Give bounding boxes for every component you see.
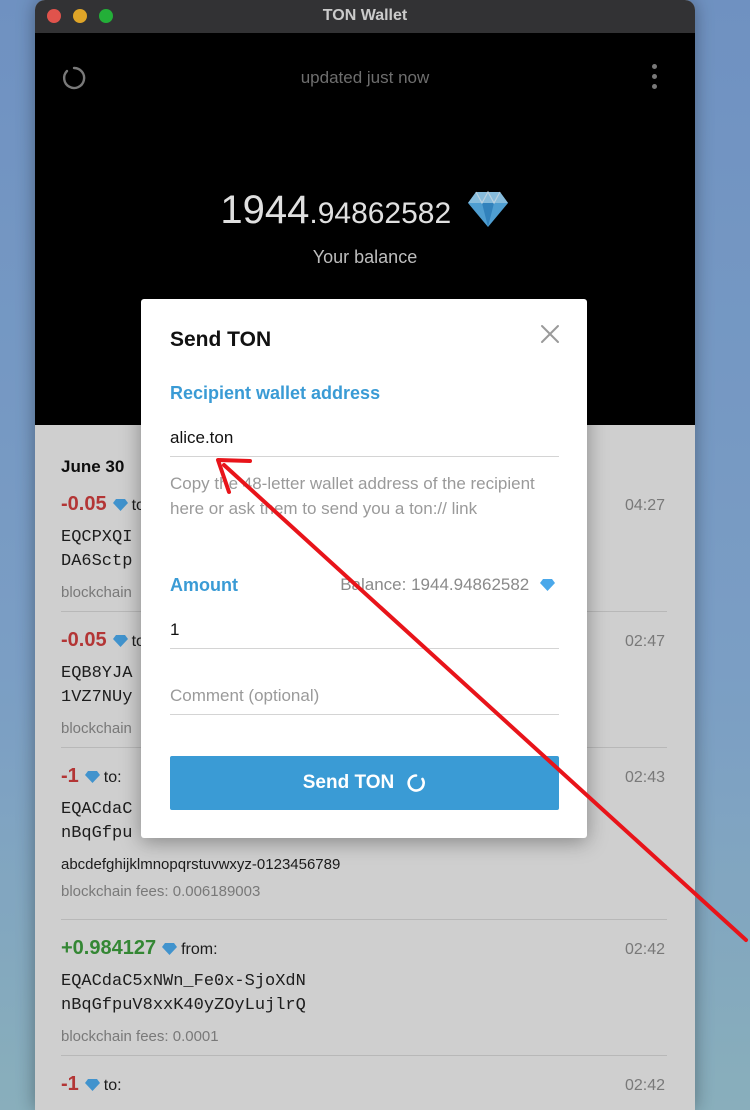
- dialog-title: Send TON: [170, 328, 272, 351]
- amount-label: Amount: [170, 575, 238, 595]
- balance-hint-text: Balance: 1944.94862582: [340, 575, 530, 594]
- recipient-label: Recipient wallet address: [170, 383, 381, 403]
- diamond-icon: [540, 579, 555, 591]
- amount-input[interactable]: [170, 612, 559, 649]
- send-ton-dialog: Send TON Recipient wallet address Copy t…: [141, 299, 587, 838]
- balance-hint: Balance: 1944.94862582: [340, 575, 559, 595]
- comment-input[interactable]: [170, 678, 559, 715]
- recipient-address-input[interactable]: [170, 420, 559, 457]
- close-icon[interactable]: [539, 323, 561, 345]
- recipient-hint: Copy the 48-letter wallet address of the…: [170, 474, 535, 518]
- spinner-icon: [407, 774, 426, 792]
- send-ton-button[interactable]: Send TON: [170, 756, 559, 810]
- send-button-label: Send TON: [302, 772, 395, 793]
